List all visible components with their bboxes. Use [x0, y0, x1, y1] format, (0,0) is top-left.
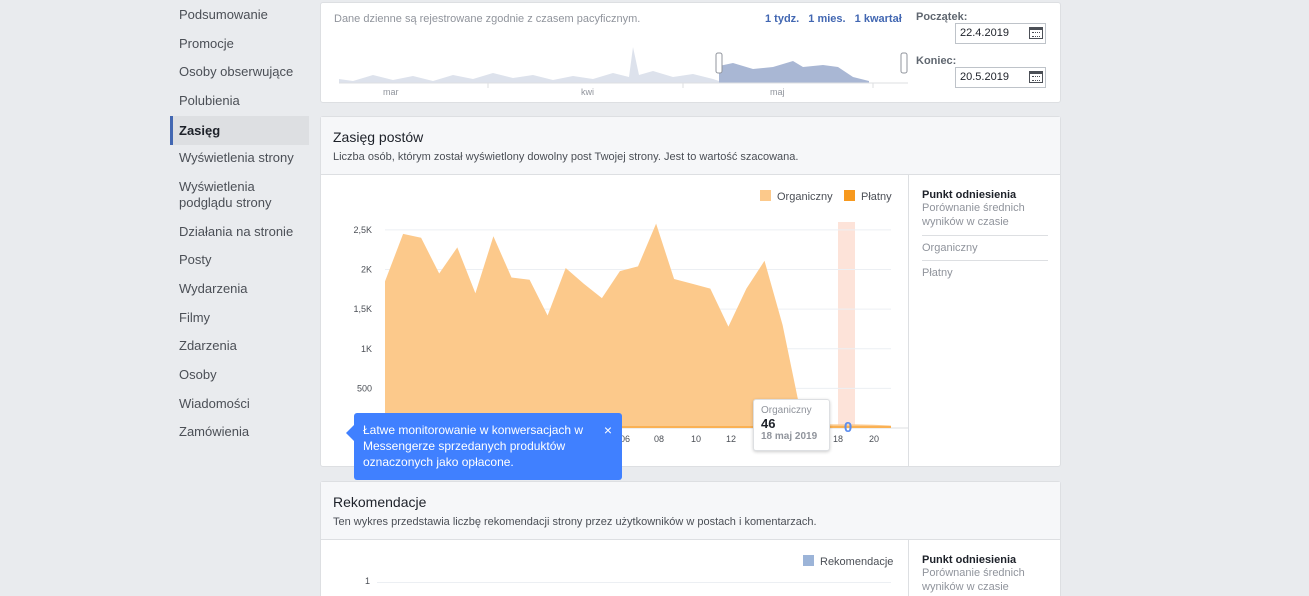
y-tick-label: 1,5K	[353, 304, 372, 314]
benchmark-organic[interactable]: Organiczny	[922, 235, 1048, 260]
range-end-handle[interactable]	[900, 52, 908, 74]
legend-recommendations-label: Rekomendacje	[820, 556, 894, 568]
recommendations-card: Rekomendacje Ten wykres przedstawia licz…	[320, 481, 1061, 596]
tooltip-series-label: Organiczny	[761, 405, 812, 416]
x-tick-label: 18	[833, 434, 843, 444]
recommendations-y-tick: 1	[365, 576, 371, 586]
y-tick-label: 1K	[361, 344, 372, 354]
recommendations-gridline	[377, 582, 891, 583]
start-date-value: 22.4.2019	[960, 27, 1009, 39]
sidebar-item-wyswietlenia-strony[interactable]: Wyświetlenia strony	[170, 150, 309, 166]
benchmark-subtitle: Porównanie średnich wyników w czasie	[922, 202, 1025, 228]
start-date-field[interactable]: 22.4.2019	[955, 23, 1046, 44]
legend-swatch-recommendations	[803, 555, 814, 566]
paid-zero-marker: 0	[844, 419, 852, 436]
timezone-note: Dane dzienne są rejestrowane zgodnie z c…	[334, 13, 641, 25]
calendar-icon[interactable]	[1029, 27, 1043, 39]
benchmark-title: Punkt odniesienia	[922, 189, 1017, 201]
range-1-quarter-link[interactable]: 1 kwartał	[855, 13, 902, 25]
sidebar-item-wydarzenia[interactable]: Wydarzenia	[170, 281, 309, 297]
benchmark-paid[interactable]: Płatny	[922, 260, 1048, 285]
overview-month-label: mar	[383, 87, 399, 97]
overview-area-selected	[719, 61, 869, 83]
data-point-tooltip: Organiczny 46 18 maj 2019	[753, 399, 830, 451]
y-tick-label: 2K	[361, 265, 372, 275]
x-tick-label: 12	[726, 434, 736, 444]
sidebar-item-osoby[interactable]: Osoby	[170, 367, 309, 383]
x-tick-label: 20	[869, 434, 879, 444]
tooltip-value: 46	[761, 416, 776, 431]
end-date-label: Koniec:	[916, 55, 957, 67]
recommendations-header: Rekomendacje Ten wykres przedstawia licz…	[321, 482, 1060, 540]
sidebar-item-dzialania[interactable]: Działania na stronie	[170, 224, 309, 240]
range-overview-chart[interactable]: mar kwi maj	[333, 31, 908, 111]
sidebar-item-promocje[interactable]: Promocje	[170, 36, 309, 52]
benchmark-panel-recommendations: Punkt odniesienia Porównanie średnich wy…	[908, 540, 1060, 596]
sidebar-item-filmy[interactable]: Filmy	[170, 310, 309, 326]
hover-column-highlight	[838, 222, 855, 428]
legend-swatch-organic	[760, 190, 771, 201]
legend-organic-label: Organiczny	[777, 191, 833, 203]
series-organic-area	[385, 223, 891, 428]
benchmark-panel: Punkt odniesienia Porównanie średnich wy…	[908, 175, 1060, 466]
legend-swatch-paid	[844, 190, 855, 201]
range-1-week-link[interactable]: 1 tydz.	[765, 13, 799, 25]
date-range-card: Dane dzienne są rejestrowane zgodnie z c…	[320, 2, 1061, 103]
sidebar-item-podsumowanie[interactable]: Podsumowanie	[170, 7, 309, 23]
start-date-label: Początek:	[916, 11, 968, 23]
range-start-handle[interactable]	[715, 52, 723, 74]
end-date-value: 20.5.2019	[960, 71, 1009, 83]
range-1-month-link[interactable]: 1 mies.	[808, 13, 845, 25]
benchmark-title: Punkt odniesienia	[922, 554, 1017, 566]
benchmark-subtitle: Porównanie średnich wyników w czasie	[922, 567, 1025, 593]
sidebar-item-osoby-obserwujace[interactable]: Osoby obserwujące	[170, 64, 309, 80]
post-reach-description: Liczba osób, którym został wyświetlony d…	[333, 151, 799, 163]
x-tick-label: 08	[654, 434, 664, 444]
overview-month-label: maj	[770, 87, 785, 97]
sidebar-item-polubienia[interactable]: Polubienia	[170, 93, 309, 109]
legend-paid[interactable]: Płatny	[844, 190, 892, 203]
sidebar-item-wiadomosci[interactable]: Wiadomości	[170, 396, 309, 412]
x-tick-label: 10	[691, 434, 701, 444]
tooltip-date: 18 maj 2019	[761, 431, 818, 442]
recommendations-description: Ten wykres przedstawia liczbę rekomendac…	[333, 516, 817, 528]
sidebar-item-zamowienia[interactable]: Zamówienia	[170, 424, 309, 440]
end-date-field[interactable]: 20.5.2019	[955, 67, 1046, 88]
overview-area-past	[339, 47, 719, 83]
post-reach-title: Zasięg postów	[333, 129, 424, 145]
y-tick-label: 500	[357, 383, 372, 393]
legend-paid-label: Płatny	[861, 191, 892, 203]
recommendations-title: Rekomendacje	[333, 494, 427, 510]
sidebar-item-zasieg[interactable]: Zasięg	[170, 116, 309, 145]
sidebar-item-zdarzenia[interactable]: Zdarzenia	[170, 338, 309, 354]
close-icon[interactable]: ×	[604, 422, 612, 438]
calendar-icon[interactable]	[1029, 71, 1043, 83]
range-presets: 1 tydz. 1 mies. 1 kwartał	[765, 13, 908, 25]
overview-month-label: kwi	[581, 87, 594, 97]
promo-tooltip-text: Łatwe monitorowanie w konwersacjach w Me…	[363, 423, 584, 469]
legend-organic[interactable]: Organiczny	[760, 190, 833, 203]
legend-recommendations[interactable]: Rekomendacje	[803, 555, 893, 568]
messenger-promo-tooltip: Łatwe monitorowanie w konwersacjach w Me…	[346, 413, 622, 480]
sidebar-item-wyswietlenia-podgladu[interactable]: Wyświetlenia podglądu strony	[170, 179, 309, 211]
sidebar-item-posty[interactable]: Posty	[170, 252, 309, 268]
post-reach-header: Zasięg postów Liczba osób, którym został…	[321, 117, 1060, 175]
y-tick-label: 2,5K	[353, 225, 372, 235]
